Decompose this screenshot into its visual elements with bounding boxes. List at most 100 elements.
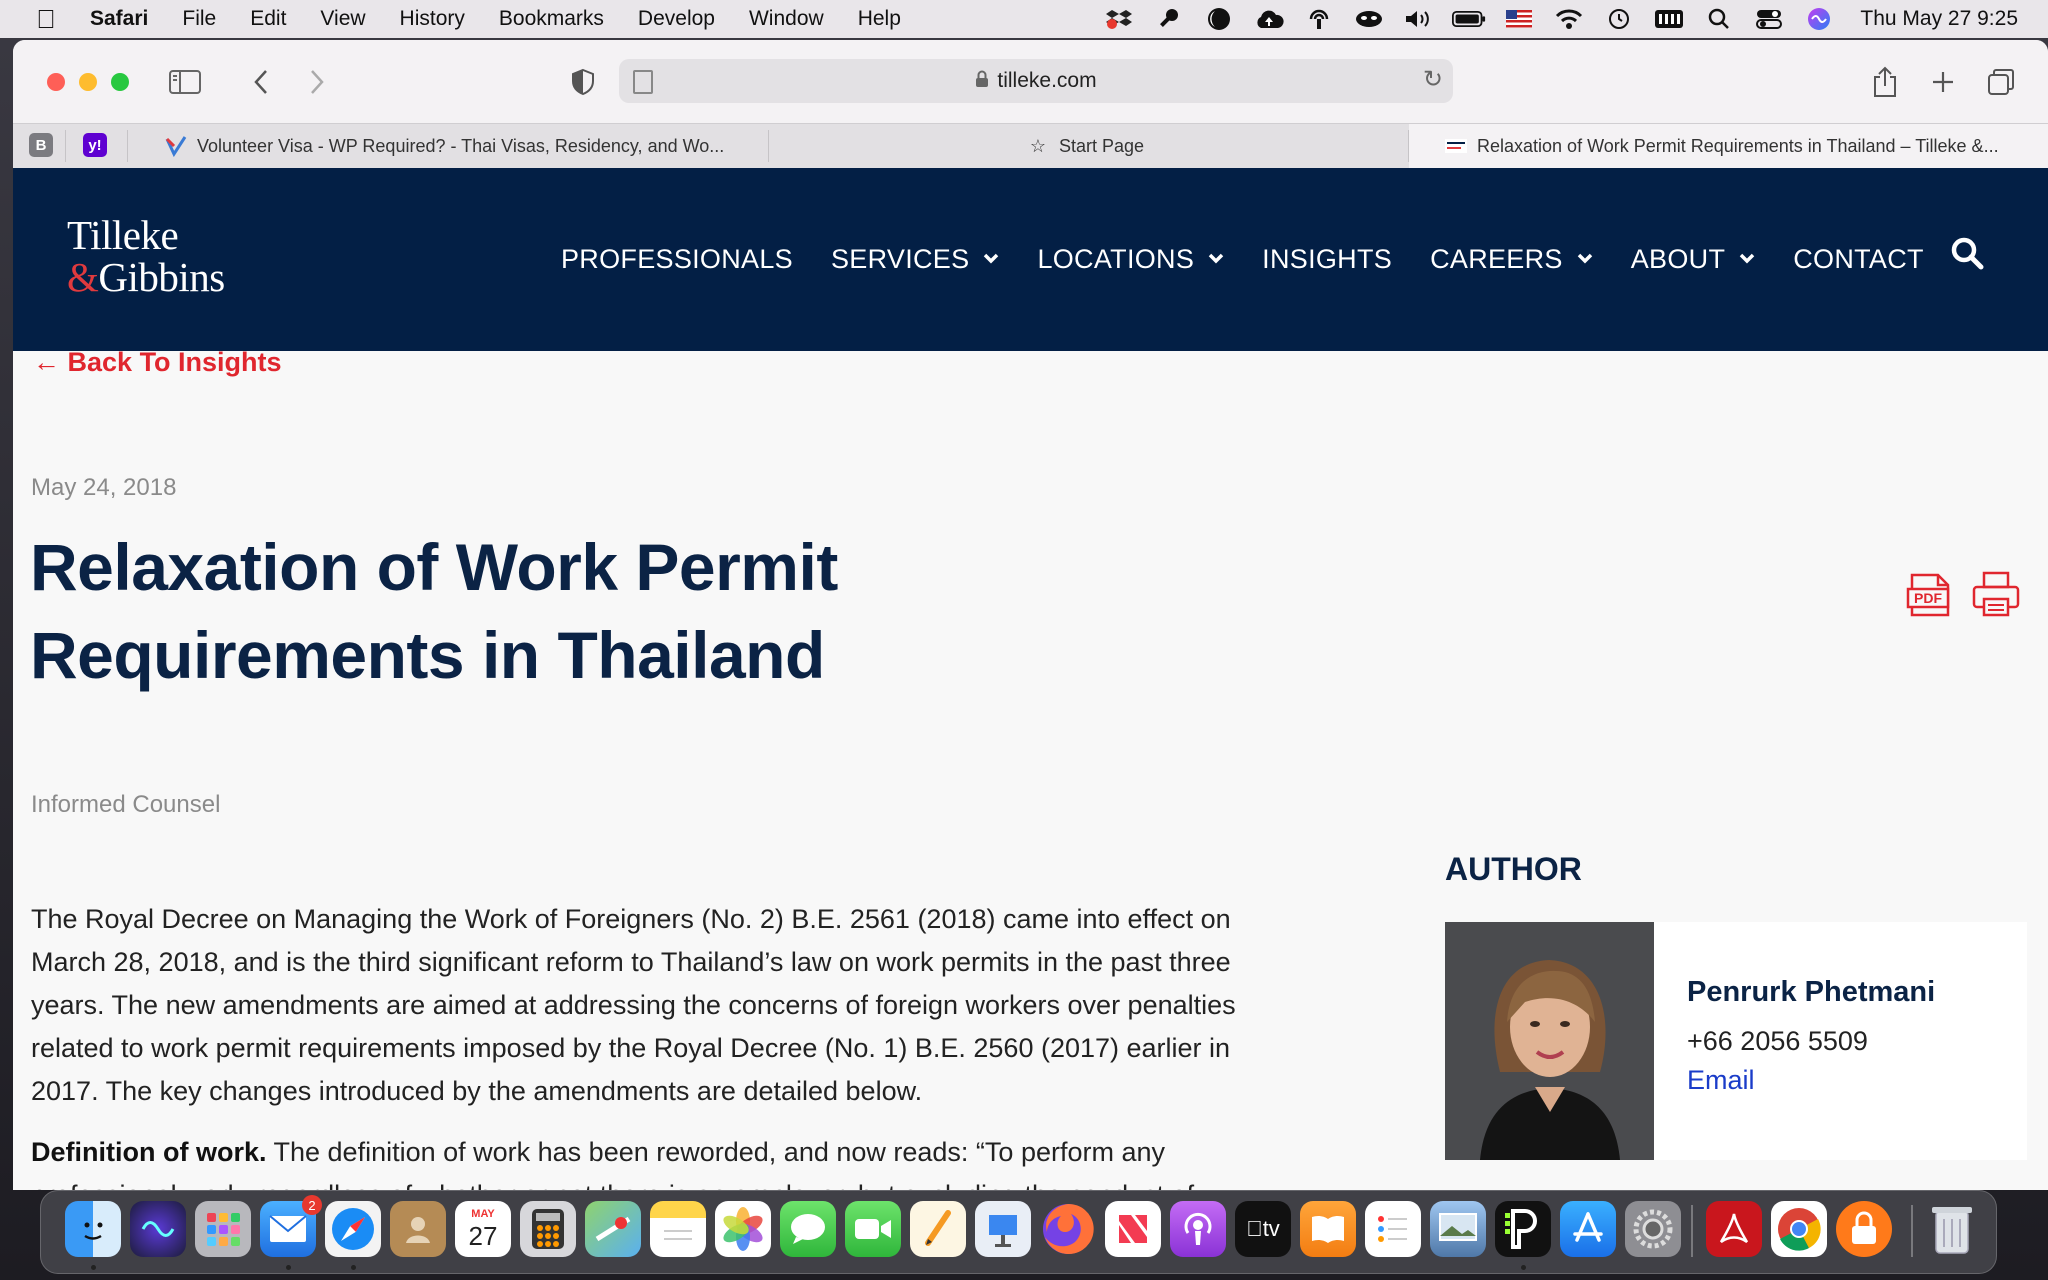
menu-window[interactable]: Window xyxy=(749,7,824,31)
nav-label: CAREERS xyxy=(1430,244,1563,274)
author-card[interactable]: Penrurk Phetmani +66 2056 5509 Email xyxy=(1445,922,2027,1160)
window-minimize-button[interactable] xyxy=(79,73,97,91)
nav-contact[interactable]: CONTACT xyxy=(1793,244,1924,275)
calculator-icon[interactable] xyxy=(520,1201,576,1257)
plex-icon[interactable] xyxy=(1495,1201,1551,1257)
sidebar-toggle-icon[interactable] xyxy=(165,62,205,102)
battery-icon[interactable] xyxy=(1452,7,1486,31)
reload-icon[interactable]: ↻ xyxy=(1423,65,1443,94)
photos-icon[interactable] xyxy=(715,1201,771,1257)
books-icon[interactable] xyxy=(1300,1201,1356,1257)
author-email-link[interactable]: Email xyxy=(1687,1065,1755,1096)
menu-app-safari[interactable]: Safari xyxy=(90,7,148,31)
tilleke-gibbins-logo[interactable]: Tilleke &Gibbins xyxy=(67,214,225,298)
system-preferences-icon[interactable] xyxy=(1625,1201,1681,1257)
trash-icon[interactable] xyxy=(1924,1201,1980,1257)
author-heading: AUTHOR xyxy=(1445,851,1582,887)
menu-bookmarks[interactable]: Bookmarks xyxy=(499,7,604,31)
reader-icon[interactable] xyxy=(633,70,653,94)
facetime-icon[interactable] xyxy=(845,1201,901,1257)
pages-icon[interactable] xyxy=(910,1201,966,1257)
address-bar[interactable]: tilleke.com ↻ xyxy=(619,59,1453,103)
tab-title: Start Page xyxy=(1059,135,1145,156)
menu-history[interactable]: History xyxy=(400,7,465,31)
dropbox-icon[interactable] xyxy=(1102,7,1136,31)
us-flag-icon[interactable] xyxy=(1502,7,1536,31)
cloud-upload-icon[interactable] xyxy=(1252,7,1286,31)
mail-icon[interactable]: 2 xyxy=(260,1195,322,1257)
tab-volunteer-visa[interactable]: Volunteer Visa - WP Required? - Thai Vis… xyxy=(165,124,745,168)
menubar-clock[interactable]: Thu May 27 9:25 xyxy=(1860,7,2018,31)
calendar-day: 27 xyxy=(468,1221,498,1251)
time-machine-icon[interactable] xyxy=(1602,7,1636,31)
keynote-icon[interactable] xyxy=(975,1201,1031,1257)
star-icon: ☆ xyxy=(1029,135,1047,156)
mask-icon[interactable] xyxy=(1352,7,1386,31)
pinned-tab-b[interactable]: B xyxy=(29,133,53,157)
new-tab-icon[interactable] xyxy=(1923,62,1963,102)
site-search-icon[interactable] xyxy=(1950,236,1990,276)
menu-file[interactable]: File xyxy=(182,7,216,31)
volume-icon[interactable] xyxy=(1402,7,1436,31)
spotlight-search-icon[interactable] xyxy=(1702,7,1736,31)
nav-services[interactable]: SERVICES xyxy=(831,244,999,275)
acrobat-icon[interactable] xyxy=(1706,1201,1762,1257)
nav-about[interactable]: ABOUT xyxy=(1631,244,1756,275)
finder-icon[interactable] xyxy=(65,1201,121,1257)
chevron-down-icon xyxy=(1577,249,1593,270)
nav-careers[interactable]: CAREERS xyxy=(1430,244,1593,275)
apple-tv-icon[interactable]: tv xyxy=(1235,1201,1291,1257)
print-icon[interactable] xyxy=(1971,569,2021,621)
nav-professionals[interactable]: PROFESSIONALS xyxy=(561,244,793,275)
privacy-shield-icon[interactable] xyxy=(563,62,603,102)
pdf-icon[interactable]: PDF xyxy=(1906,569,1956,621)
preview-icon[interactable] xyxy=(1430,1201,1486,1257)
launchpad-icon[interactable] xyxy=(195,1201,251,1257)
nav-insights[interactable]: INSIGHTS xyxy=(1262,244,1392,275)
wifi-icon[interactable] xyxy=(1552,7,1586,31)
airdrop-icon[interactable] xyxy=(1302,7,1336,31)
chrome-icon[interactable] xyxy=(1771,1201,1827,1257)
window-zoom-button[interactable] xyxy=(111,73,129,91)
menu-view[interactable]: View xyxy=(320,7,365,31)
author-avatar[interactable] xyxy=(1445,922,1654,1160)
tab-start-page[interactable]: ☆ Start Page xyxy=(1027,124,1227,168)
messages-icon[interactable] xyxy=(780,1201,836,1257)
back-to-insights-link[interactable]: ← Back To Insights xyxy=(33,347,282,378)
pinned-tab-yahoo[interactable]: y! xyxy=(83,133,107,157)
key-icon[interactable] xyxy=(1152,7,1186,31)
podcasts-icon[interactable] xyxy=(1170,1201,1226,1257)
nav-label: PROFESSIONALS xyxy=(561,244,793,274)
tab-relaxation-article[interactable]: Relaxation of Work Permit Requirements i… xyxy=(1409,124,2048,168)
app-store-icon[interactable] xyxy=(1560,1201,1616,1257)
memory-icon[interactable] xyxy=(1652,7,1686,31)
control-center-icon[interactable] xyxy=(1752,7,1786,31)
safari-app-icon[interactable] xyxy=(325,1201,381,1257)
maps-icon[interactable] xyxy=(585,1201,641,1257)
menu-help[interactable]: Help xyxy=(858,7,901,31)
moon-icon[interactable] xyxy=(1202,7,1236,31)
menu-develop[interactable]: Develop xyxy=(638,7,715,31)
paragraph-lead: Definition of work. xyxy=(31,1137,267,1167)
firefox-icon[interactable] xyxy=(1040,1201,1096,1257)
siri-icon[interactable] xyxy=(1802,7,1836,31)
window-close-button[interactable] xyxy=(47,73,65,91)
tab-overview-icon[interactable] xyxy=(1981,62,2021,102)
notes-icon[interactable] xyxy=(650,1201,706,1257)
forward-arrow-icon[interactable] xyxy=(297,62,337,102)
calendar-icon[interactable]: MAY 27 xyxy=(455,1201,511,1257)
apple-icon[interactable]:  xyxy=(32,4,60,35)
vpn-lock-icon[interactable] xyxy=(1836,1201,1892,1257)
siri-app-icon[interactable] xyxy=(130,1201,186,1257)
menu-edit[interactable]: Edit xyxy=(250,7,286,31)
nav-locations[interactable]: LOCATIONS xyxy=(1037,244,1224,275)
back-arrow-icon[interactable] xyxy=(241,62,281,102)
contacts-icon[interactable] xyxy=(390,1201,446,1257)
share-icon[interactable] xyxy=(1865,62,1905,102)
thaivisa-favicon xyxy=(165,135,187,157)
reminders-icon[interactable] xyxy=(1365,1201,1421,1257)
paragraph: Definition of work. The definition of wo… xyxy=(31,1131,1246,1190)
author-name[interactable]: Penrurk Phetmani xyxy=(1687,976,1935,1009)
news-icon[interactable] xyxy=(1105,1201,1161,1257)
browser-toolbar: tilleke.com ↻ xyxy=(13,40,2048,123)
